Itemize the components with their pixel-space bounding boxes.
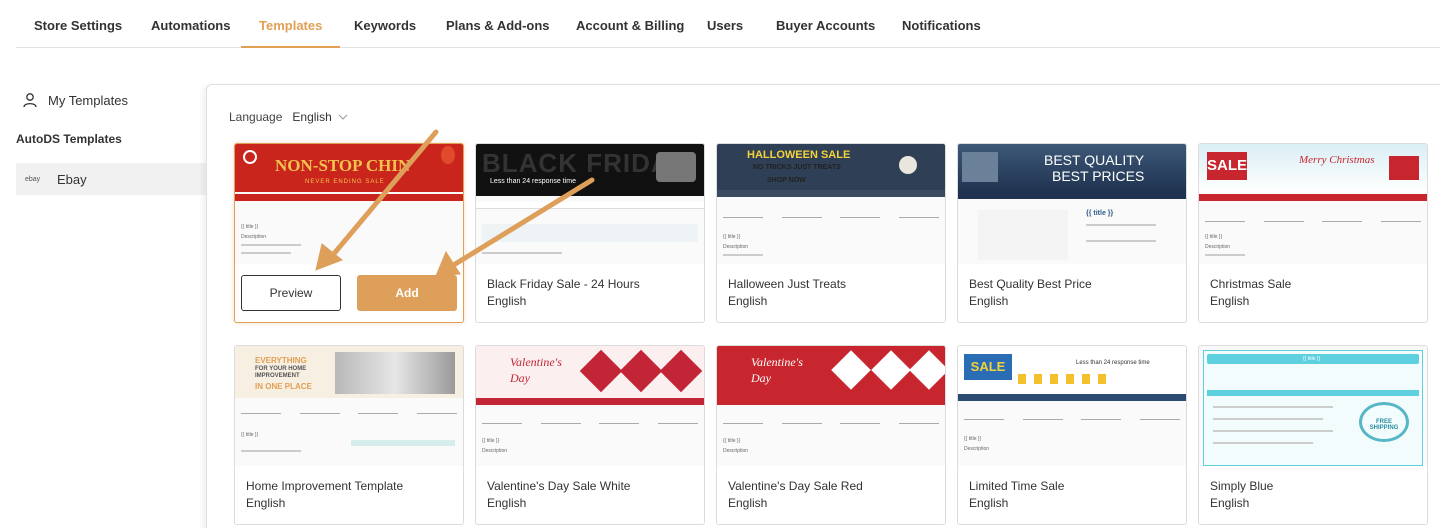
- tab-notifications[interactable]: Notifications: [884, 0, 999, 48]
- template-thumbnail: Valentine's Day {{ title }} Description: [476, 346, 704, 466]
- template-card[interactable]: Valentine's Day {{ title }} Description …: [475, 345, 705, 525]
- tab-keywords[interactable]: Keywords: [336, 0, 434, 48]
- template-card[interactable]: Valentine's Day {{ title }} Description …: [716, 345, 946, 525]
- template-thumbnail: Valentine's Day {{ title }} Description: [717, 346, 945, 466]
- sidebar-item-my-templates[interactable]: My Templates: [22, 90, 128, 110]
- template-thumbnail: EVERYTHING FOR YOUR HOME IMPROVEMENT IN …: [235, 346, 463, 466]
- template-language: English: [487, 294, 527, 308]
- template-thumbnail: SALE Merry Christmas {{ title }} Descrip…: [1199, 144, 1427, 264]
- template-language: English: [487, 496, 527, 510]
- template-title: Valentine's Day Sale Red: [728, 479, 863, 493]
- template-language: English: [969, 294, 1009, 308]
- top-nav: Store Settings Automations Templates Key…: [16, 0, 1440, 48]
- chevron-down-icon: [338, 114, 348, 120]
- template-language: English: [728, 496, 768, 510]
- template-language: English: [1210, 496, 1250, 510]
- template-card[interactable]: {{ title }} FREE SHIPPING Simply Blue En…: [1198, 345, 1428, 525]
- sidebar-item-label: Ebay: [57, 171, 87, 187]
- template-card[interactable]: EVERYTHING FOR YOUR HOME IMPROVEMENT IN …: [234, 345, 464, 525]
- template-thumbnail: NON-STOP CHIN NEVER ENDING SALE {{ title…: [235, 144, 463, 264]
- template-language: English: [969, 496, 1009, 510]
- template-card[interactable]: HALLOWEEN SALE NO TRICKS JUST TREATS SHO…: [716, 143, 946, 323]
- ebay-logo-icon: ebay: [25, 175, 41, 183]
- template-card[interactable]: BEST QUALITY BEST PRICES {{ title }} Bes…: [957, 143, 1187, 323]
- template-language: English: [246, 496, 286, 510]
- template-title: Limited Time Sale: [969, 479, 1065, 493]
- tab-store-settings[interactable]: Store Settings: [16, 0, 140, 48]
- tab-templates[interactable]: Templates: [241, 0, 341, 48]
- template-card[interactable]: BLACK FRIDAY Less than 24 response time …: [475, 143, 705, 323]
- template-thumbnail: BEST QUALITY BEST PRICES {{ title }}: [958, 144, 1186, 264]
- template-thumbnail: BLACK FRIDAY Less than 24 response time: [476, 144, 704, 264]
- template-title: Black Friday Sale - 24 Hours: [487, 277, 640, 291]
- sidebar-item-ebay[interactable]: ebay Ebay: [16, 163, 206, 195]
- language-value: English: [292, 110, 332, 124]
- tab-account-billing[interactable]: Account & Billing: [558, 0, 702, 48]
- template-title: Simply Blue: [1210, 479, 1274, 493]
- template-title: Valentine's Day Sale White: [487, 479, 631, 493]
- tab-buyer-accounts[interactable]: Buyer Accounts: [758, 0, 893, 48]
- add-button[interactable]: Add: [357, 275, 457, 311]
- tab-plans-addons[interactable]: Plans & Add-ons: [428, 0, 568, 48]
- template-language: English: [1210, 294, 1250, 308]
- language-selector[interactable]: Language English: [229, 110, 348, 124]
- template-title: Home Improvement Template: [246, 479, 404, 493]
- autods-templates-heading: AutoDS Templates: [16, 132, 122, 146]
- language-label: Language: [229, 110, 283, 124]
- template-title: Christmas Sale: [1210, 277, 1292, 291]
- template-thumbnail: HALLOWEEN SALE NO TRICKS JUST TREATS SHO…: [717, 144, 945, 264]
- template-title: Halloween Just Treats: [728, 277, 847, 291]
- search-icon[interactable]: [243, 150, 257, 164]
- template-language: English: [728, 294, 768, 308]
- template-title: Best Quality Best Price: [969, 277, 1092, 291]
- preview-button[interactable]: Preview: [241, 275, 341, 311]
- tab-automations[interactable]: Automations: [133, 0, 248, 48]
- tab-users[interactable]: Users: [689, 0, 761, 48]
- user-icon: [23, 93, 37, 108]
- template-thumbnail: SALE Less than 24 response time {{ title…: [958, 346, 1186, 466]
- template-card[interactable]: NON-STOP CHIN NEVER ENDING SALE {{ title…: [234, 143, 464, 323]
- template-card[interactable]: SALE Merry Christmas {{ title }} Descrip…: [1198, 143, 1428, 323]
- template-card[interactable]: SALE Less than 24 response time {{ title…: [957, 345, 1187, 525]
- sidebar-item-label: My Templates: [48, 92, 128, 108]
- template-thumbnail: {{ title }} FREE SHIPPING: [1199, 346, 1427, 466]
